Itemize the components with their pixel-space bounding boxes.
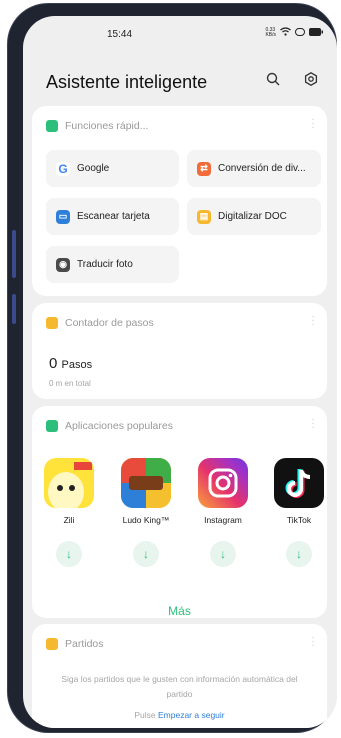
- app-name: Ludo King™: [122, 515, 170, 525]
- wifi-icon: [280, 27, 291, 38]
- quick-functions-header: Funciones rápid...: [46, 120, 148, 132]
- download-icon[interactable]: ↓: [133, 541, 159, 567]
- steps-icon: [46, 317, 58, 329]
- settings-icon[interactable]: [301, 72, 321, 92]
- quick-google[interactable]: G Google: [46, 150, 179, 187]
- app-name: Instagram: [204, 515, 242, 525]
- popular-apps-header: Aplicaciones populares: [46, 420, 173, 432]
- app-name: TikTok: [286, 515, 312, 525]
- app-item[interactable]: Instagram ↓: [191, 458, 255, 567]
- steps-value: 0 Pasos: [49, 355, 92, 372]
- popular-apps-title: Aplicaciones populares: [65, 420, 173, 432]
- step-counter-header: Contador de pasos: [46, 317, 154, 329]
- status-bar: 15:44 0.33 KB/s: [23, 16, 337, 46]
- zili-app-icon: [44, 458, 94, 508]
- quick-google-label: Google: [77, 163, 110, 174]
- quick-scan-doc[interactable]: ▤ Digitalizar DOC: [187, 198, 321, 235]
- search-icon[interactable]: [263, 72, 283, 92]
- status-time: 15:44: [107, 29, 133, 40]
- volte-icon: [295, 27, 305, 38]
- matches-title: Partidos: [65, 638, 104, 650]
- matches-pulse-text: Pulse: [134, 710, 156, 720]
- power-button: [12, 294, 16, 324]
- network-speed: 0.33 KB/s: [265, 26, 276, 38]
- quick-functions-card: Funciones rápid... · · · G Google ⇄ Conver…: [32, 106, 327, 296]
- start-following-link[interactable]: Empezar a seguir: [158, 710, 225, 720]
- trophy-icon: [46, 638, 58, 650]
- quick-scan-card-label: Escanear tarjeta: [77, 211, 150, 222]
- matches-card: Partidos · · · Siga los partidos que le gu…: [32, 624, 327, 728]
- more-options-icon[interactable]: · · ·: [311, 312, 315, 330]
- app-item[interactable]: Ludo King™ ↓: [114, 458, 178, 567]
- quick-translate-photo[interactable]: ◉ Traducir foto: [46, 246, 179, 283]
- app-item[interactable]: TikTok ↓: [267, 458, 331, 567]
- status-icons: 0.33 KB/s: [265, 27, 323, 38]
- quick-scan-doc-label: Digitalizar DOC: [218, 211, 287, 222]
- currency-icon: ⇄: [197, 161, 211, 176]
- volume-button: [12, 230, 16, 278]
- step-counter-card[interactable]: Contador de pasos · · · 0 Pasos 0 m en tot…: [32, 303, 327, 399]
- phone-frame: 15:44 0.33 KB/s Asistente inteligente Fu…: [8, 4, 337, 732]
- matches-header: Partidos: [46, 638, 104, 650]
- download-icon[interactable]: ↓: [56, 541, 82, 567]
- tiktok-app-icon: [274, 458, 324, 508]
- more-options-icon[interactable]: · · ·: [311, 115, 315, 133]
- more-apps-link[interactable]: Más: [32, 604, 327, 618]
- ludo-king-app-icon: [121, 458, 171, 508]
- grid-icon: [46, 120, 58, 132]
- steps-distance: 0 m en total: [49, 379, 91, 388]
- quick-currency[interactable]: ⇄ Conversión de div...: [187, 150, 321, 187]
- matches-follow-row: Pulse Empezar a seguir: [32, 710, 327, 720]
- doc-scan-icon: ▤: [197, 209, 211, 224]
- step-counter-title: Contador de pasos: [65, 317, 154, 329]
- steps-count: 0: [49, 355, 58, 372]
- app-name: Zili: [63, 515, 75, 525]
- matches-description: Siga los partidos que le gusten con info…: [61, 674, 298, 699]
- app-item[interactable]: Zili ↓: [37, 458, 101, 567]
- battery-icon: [309, 27, 323, 38]
- camera-translate-icon: ◉: [56, 257, 70, 272]
- download-icon[interactable]: ↓: [286, 541, 312, 567]
- quick-functions-title: Funciones rápid...: [65, 120, 149, 132]
- quick-translate-photo-label: Traducir foto: [77, 259, 133, 270]
- quick-currency-label: Conversión de div...: [218, 163, 306, 174]
- quick-scan-card[interactable]: ▭ Escanear tarjeta: [46, 198, 179, 235]
- screen: 15:44 0.33 KB/s Asistente inteligente Fu…: [23, 16, 337, 728]
- popular-apps-card: Aplicaciones populares · · · Zili ↓ Ludo K…: [32, 406, 327, 618]
- page-title: Asistente inteligente: [46, 72, 208, 92]
- more-options-icon[interactable]: · · ·: [311, 633, 315, 651]
- google-icon: G: [56, 161, 70, 176]
- more-options-icon[interactable]: · · ·: [311, 415, 315, 433]
- apps-icon: [46, 420, 58, 432]
- steps-unit: Pasos: [61, 359, 93, 371]
- download-icon[interactable]: ↓: [210, 541, 236, 567]
- card-scan-icon: ▭: [56, 209, 70, 224]
- instagram-app-icon: [198, 458, 248, 508]
